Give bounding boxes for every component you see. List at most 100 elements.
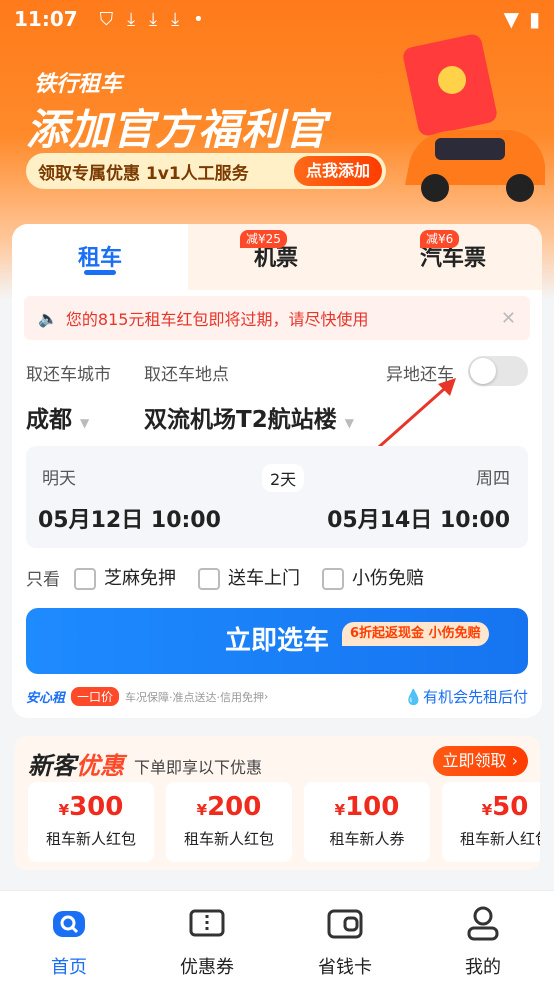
coupon-name: 租车新人红包: [183, 830, 274, 848]
tab-car-rental[interactable]: 租车: [12, 224, 188, 290]
speaker-icon: 🔈: [38, 308, 58, 328]
caret-down-icon: ▼: [80, 416, 90, 430]
duration-badge: 2天: [262, 464, 305, 492]
city-select[interactable]: 成都 ▼: [26, 400, 89, 434]
coupon-currency: ¥: [196, 801, 208, 819]
assurance-desc: 车况保障·准点送达·信用免押: [125, 690, 265, 704]
claim-button[interactable]: 立即领取 ›: [432, 746, 528, 776]
notice-text: 您的815元租车红包即将过期，请尽快使用: [65, 310, 369, 329]
title-part-2: 优惠: [76, 752, 124, 780]
select-car-button[interactable]: 立即选车 6折起返现金 小伤免赔: [26, 608, 528, 674]
coupon-amount: ¥50: [442, 792, 540, 822]
filter-label: 只看: [26, 569, 60, 590]
coupon-card[interactable]: ¥50 租车新人红包: [442, 782, 540, 862]
shield-icon: ⛉: [99, 8, 114, 30]
filter-option-label: 芝麻免押: [104, 568, 176, 589]
assurance-row[interactable]: 安心租 一口价 车况保障·准点送达·信用免押 › 💧有机会先租后付: [26, 686, 528, 707]
city-label: 取还车城市: [26, 365, 111, 385]
coupon-amount: ¥300: [28, 792, 154, 822]
checkbox[interactable]: [198, 568, 220, 590]
filter-deposit-free[interactable]: 芝麻免押: [74, 564, 176, 590]
car-search-icon: [53, 911, 85, 937]
nav-home[interactable]: 首页: [0, 891, 138, 984]
filter-minor-damage[interactable]: 小伤免赔: [322, 564, 424, 590]
title-part-1: 新客: [28, 752, 76, 780]
banner-pill[interactable]: 领取专属优惠 1v1人工服务 点我添加: [26, 153, 386, 189]
tab-flights[interactable]: 减¥25 机票: [188, 224, 364, 290]
booking-card: 租车 减¥25 机票 减¥6 汽车票 🔈 您的815元租车红包即将过期，请尽快使…: [12, 224, 542, 718]
discount-badge: 减¥25: [240, 230, 287, 248]
download-icon: ⤓: [127, 8, 136, 30]
city-value: 成都: [26, 407, 72, 433]
coupon-card[interactable]: ¥100 租车新人券: [304, 782, 430, 862]
coupon-currency: ¥: [58, 801, 70, 819]
banner-brand: 铁行租车: [34, 72, 123, 97]
tab-bus-tickets[interactable]: 减¥6 汽车票: [364, 224, 542, 290]
filter-option-label: 小伤免赔: [352, 568, 424, 589]
banner-headline: 添加官方福利官: [26, 105, 328, 154]
location-select[interactable]: 双流机场T2航站楼 ▼: [144, 400, 354, 434]
bottom-nav: 首页 优惠券 省钱卡 我的: [0, 890, 554, 984]
coupon-value: 300: [69, 792, 124, 822]
date-range-picker[interactable]: 明天 05月12日 10:00 2天 周四 05月14日 10:00: [26, 446, 528, 548]
location-label: 取还车地点: [144, 365, 229, 385]
filter-row: 只看 芝麻免押 送车上门 小伤免赔: [26, 564, 424, 590]
active-tab-indicator: [84, 270, 116, 275]
coupon-currency: ¥: [481, 801, 493, 819]
nav-label: 省钱卡: [318, 957, 372, 978]
checkbox[interactable]: [322, 568, 344, 590]
download-icon: ⤓: [149, 8, 158, 30]
fixed-price-tag: 一口价: [71, 687, 120, 706]
coupon-value: 200: [207, 792, 262, 822]
user-icon: [467, 906, 499, 941]
pickup-day: 明天: [42, 469, 76, 489]
assurance-brand: 安心租: [26, 691, 66, 706]
nav-label: 优惠券: [180, 957, 234, 978]
coupon-name: 租车新人红包: [459, 830, 540, 848]
wallet-icon: [327, 909, 363, 939]
coupon-card[interactable]: ¥200 租车新人红包: [166, 782, 292, 862]
nav-profile[interactable]: 我的: [414, 891, 552, 984]
expiry-notice[interactable]: 🔈 您的815元租车红包即将过期，请尽快使用 ✕: [24, 296, 530, 340]
pickup-date: 05月12日 10:00: [38, 508, 221, 533]
coupon-value: 100: [345, 792, 400, 822]
battery-icon: ▮: [528, 7, 540, 31]
tab-label: 租车: [77, 246, 122, 271]
coupon-currency: ¥: [334, 801, 346, 819]
promo-tag: 6折起返现金 小伤免赔: [342, 622, 489, 646]
toggle-knob: [470, 358, 496, 384]
coupon-name: 租车新人券: [329, 830, 405, 848]
red-envelope-car-illustration: [403, 34, 545, 202]
new-customer-section: 新客优惠 下单即享以下优惠 立即领取 › ¥300 租车新人红包 ¥200 租车…: [14, 736, 540, 870]
ticket-icon: [189, 909, 225, 937]
dot-icon: •: [193, 8, 204, 30]
filter-delivery[interactable]: 送车上门: [198, 564, 300, 590]
return-day: 周四: [476, 469, 510, 489]
download-icon: ⤓: [171, 8, 180, 30]
wifi-icon: ▼: [503, 7, 519, 31]
status-time: 11:07: [14, 7, 78, 31]
new-customer-title: 新客优惠: [28, 746, 124, 781]
filter-option-label: 送车上门: [228, 568, 300, 589]
tab-label: 汽车票: [419, 246, 486, 271]
return-date: 05月14日 10:00: [327, 508, 510, 533]
claim-label: 立即领取: [442, 751, 507, 770]
coupon-amount: ¥100: [304, 792, 430, 822]
location-value: 双流机场T2航站楼: [144, 407, 337, 433]
chevron-right-icon: ›: [264, 690, 269, 703]
pay-later-link[interactable]: 💧有机会先租后付: [404, 686, 528, 707]
nav-coupons[interactable]: 优惠券: [138, 891, 276, 984]
close-icon[interactable]: ✕: [501, 308, 516, 329]
tab-label: 机票: [253, 246, 298, 271]
discount-badge: 减¥6: [420, 230, 460, 248]
pay-later-label: 有机会先租后付: [422, 688, 528, 706]
select-car-label: 立即选车: [224, 626, 329, 656]
coupon-card[interactable]: ¥300 租车新人红包: [28, 782, 154, 862]
nav-label: 我的: [465, 957, 501, 978]
coupon-amount: ¥200: [166, 792, 292, 822]
different-return-toggle[interactable]: [468, 356, 528, 386]
drop-icon: 💧: [404, 688, 423, 706]
nav-savings-card[interactable]: 省钱卡: [276, 891, 414, 984]
checkbox[interactable]: [74, 568, 96, 590]
banner-pill-text: 领取专属优惠 1v1人工服务: [38, 163, 249, 184]
